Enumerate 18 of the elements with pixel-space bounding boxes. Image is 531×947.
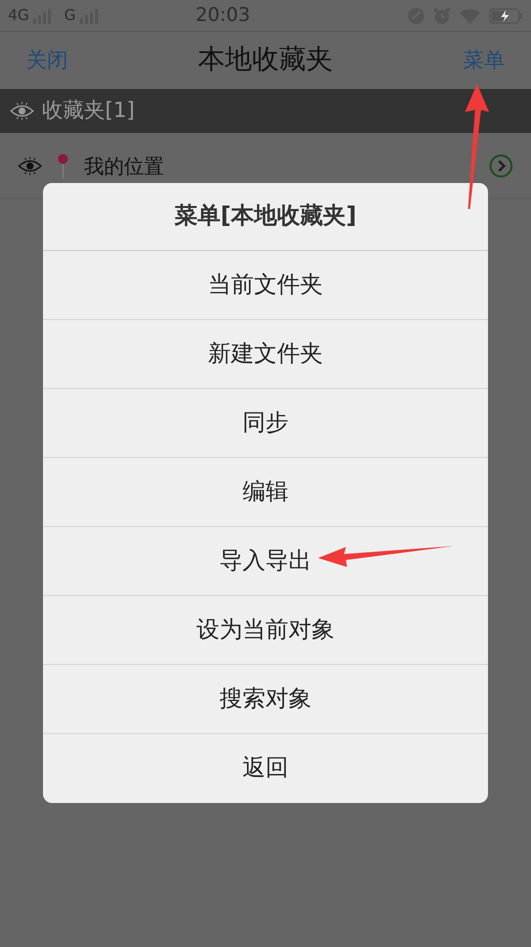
battery-icon	[489, 8, 523, 24]
menu-item[interactable]: 新建文件夹	[43, 320, 488, 389]
pin-icon	[56, 152, 70, 178]
chevron-icon	[489, 154, 513, 178]
menu-item[interactable]: 编辑	[43, 458, 488, 527]
network-label: G	[64, 5, 76, 26]
menu-item[interactable]: 搜索对象	[43, 665, 488, 734]
menu-item[interactable]: 同步	[43, 389, 488, 458]
item-label: 我的位置	[84, 152, 165, 180]
clock: 20:03	[194, 3, 252, 28]
eye-icon	[10, 101, 34, 121]
section-title: 收藏夹[1]	[42, 97, 135, 124]
menu-item[interactable]: 当前文件夹	[43, 251, 488, 320]
menu-item[interactable]: 设为当前对象	[43, 596, 488, 665]
menu-item[interactable]: 返回	[43, 734, 488, 803]
network-label: 4G	[8, 5, 30, 26]
eye-icon	[18, 156, 42, 176]
page-title: 本地收藏夹	[198, 43, 333, 78]
